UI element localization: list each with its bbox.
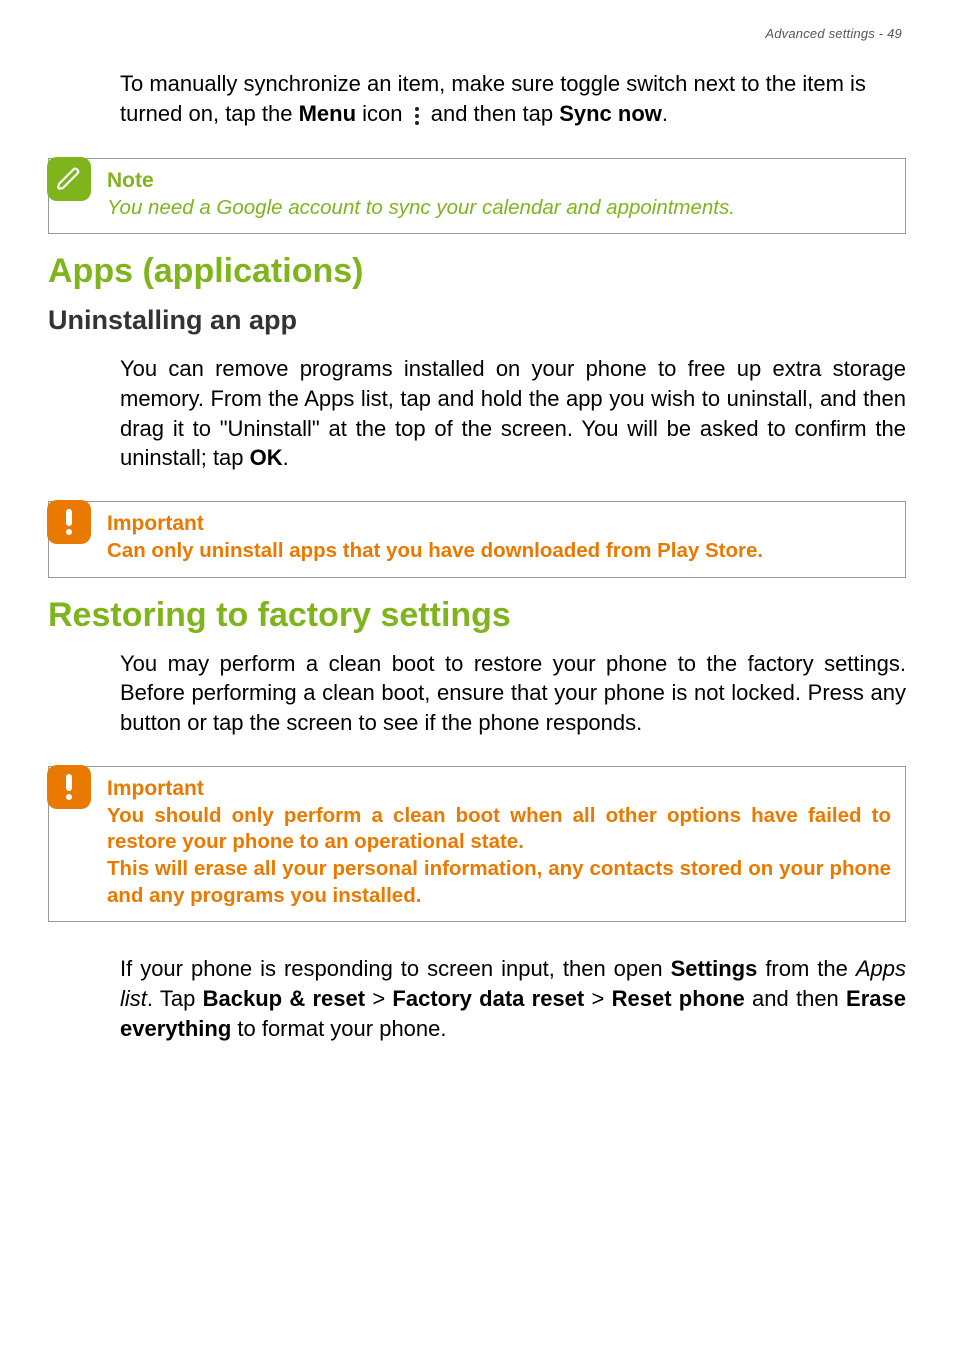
exclamation-icon xyxy=(47,500,91,544)
text-segment: from the xyxy=(757,956,855,981)
note-callout: Note You need a Google account to sync y… xyxy=(48,158,906,235)
sync-now-label: Sync now xyxy=(559,101,662,126)
text-segment: to format your phone. xyxy=(231,1016,446,1041)
note-title: Note xyxy=(107,169,891,193)
important-callout-2: Important You should only perform a clea… xyxy=(48,766,906,923)
settings-label: Settings xyxy=(671,956,758,981)
important-callout-1: Important Can only uninstall apps that y… xyxy=(48,501,906,578)
important-body-line2: This will erase all your personal inform… xyxy=(107,856,891,909)
pencil-icon xyxy=(47,157,91,201)
restore-heading: Restoring to factory settings xyxy=(48,596,906,635)
uninstall-subheading: Uninstalling an app xyxy=(48,305,906,336)
menu-label: Menu xyxy=(299,101,356,126)
text-segment: > xyxy=(584,986,611,1011)
important-title: Important xyxy=(107,512,891,536)
uninstall-paragraph: You can remove programs installed on you… xyxy=(120,354,906,473)
ok-label: OK xyxy=(250,445,283,470)
text-segment: . xyxy=(283,445,289,470)
running-head: Advanced settings - 49 xyxy=(48,26,906,41)
kebab-menu-icon xyxy=(409,100,425,130)
text-segment: . Tap xyxy=(147,986,203,1011)
exclamation-icon xyxy=(47,765,91,809)
apps-heading: Apps (applications) xyxy=(48,252,906,291)
text-segment: and then tap xyxy=(425,101,560,126)
backup-reset-label: Backup & reset xyxy=(203,986,365,1011)
page-container: Advanced settings - 49 To manually synch… xyxy=(0,0,954,1043)
final-paragraph: If your phone is responding to screen in… xyxy=(120,954,906,1043)
important-title: Important xyxy=(107,777,891,801)
text-segment: > xyxy=(365,986,392,1011)
important-body-line1: You should only perform a clean boot whe… xyxy=(107,803,891,856)
text-segment: If your phone is responding to screen in… xyxy=(120,956,671,981)
text-segment: . xyxy=(662,101,668,126)
factory-reset-label: Factory data reset xyxy=(392,986,584,1011)
note-body: You need a Google account to sync your c… xyxy=(107,195,891,222)
text-segment: icon xyxy=(356,101,409,126)
text-segment: You can remove programs installed on you… xyxy=(120,356,906,470)
intro-paragraph: To manually synchronize an item, make su… xyxy=(120,69,906,130)
restore-paragraph: You may perform a clean boot to restore … xyxy=(120,649,906,738)
reset-phone-label: Reset phone xyxy=(612,986,745,1011)
important-body: Can only uninstall apps that you have do… xyxy=(107,538,891,565)
text-segment: and then xyxy=(745,986,846,1011)
